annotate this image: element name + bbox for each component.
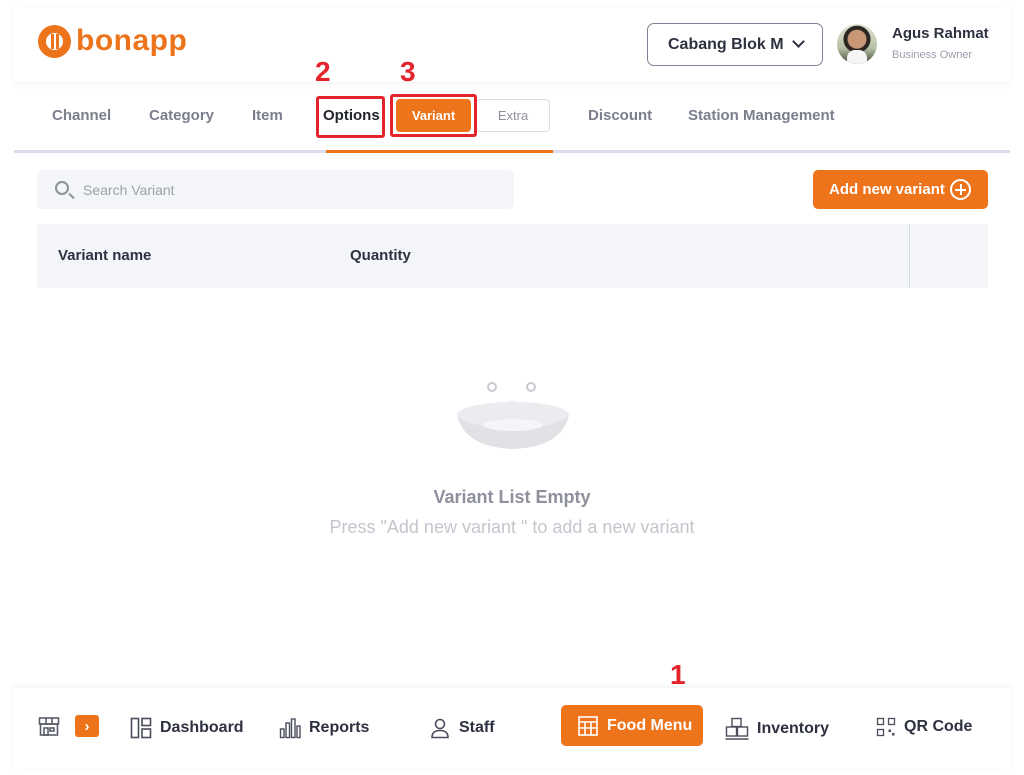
empty-state-title: Variant List Empty — [433, 487, 591, 507]
logo-text: bonapp — [76, 24, 188, 57]
tab-item[interactable]: Item — [252, 107, 283, 124]
annotation-box-2 — [316, 96, 385, 138]
active-tab-indicator — [326, 150, 553, 153]
branch-label: Cabang Blok M — [668, 35, 784, 53]
bar-chart-icon — [279, 718, 301, 739]
annotation-number-1: 1 — [670, 659, 686, 690]
empty-bowl-icon — [457, 382, 569, 449]
avatar[interactable] — [837, 24, 877, 64]
add-variant-label: Add new variant — [829, 181, 945, 198]
boxes-icon — [725, 717, 749, 740]
user-name: Agus Rahmat — [892, 25, 989, 42]
subtab-extra[interactable]: Extra — [476, 99, 550, 132]
nav-inventory-label: Inventory — [757, 720, 830, 737]
app-logo[interactable]: bonapp — [38, 24, 187, 58]
nav-food-menu[interactable]: Food Menu — [561, 705, 703, 746]
tab-channel[interactable]: Channel — [52, 107, 111, 124]
nav-staff-label: Staff — [459, 719, 495, 736]
column-header-quantity: Quantity — [350, 247, 411, 264]
store-icon[interactable] — [38, 715, 60, 737]
plus-circle-icon — [950, 179, 971, 200]
chevron-right-icon: › — [84, 717, 90, 735]
table-header: Variant name Quantity — [37, 224, 988, 288]
branch-selector[interactable]: Cabang Blok M — [647, 23, 823, 66]
chevron-down-icon — [792, 35, 805, 48]
nav-dashboard[interactable]: Dashboard — [130, 717, 244, 739]
nav-reports[interactable]: Reports — [279, 717, 369, 739]
top-header: bonapp Cabang Blok M Agus Rahmat Busines… — [14, 8, 1010, 82]
tab-station-management[interactable]: Station Management — [688, 107, 835, 124]
add-variant-button[interactable]: Add new variant — [813, 170, 988, 209]
nav-qr-code[interactable]: QR Code — [876, 717, 972, 737]
search-input[interactable]: Search Variant — [37, 170, 514, 209]
nav-qr-code-label: QR Code — [904, 718, 973, 735]
nav-food-menu-label: Food Menu — [607, 716, 693, 734]
tab-discount[interactable]: Discount — [588, 107, 652, 124]
expand-button[interactable]: › — [75, 715, 99, 737]
dashboard-icon — [130, 717, 152, 739]
empty-state-subtitle: Press "Add new variant " to add a new va… — [329, 517, 695, 537]
nav-dashboard-label: Dashboard — [160, 719, 244, 736]
annotation-box-3 — [390, 94, 477, 137]
annotation-number-2: 2 — [315, 56, 331, 87]
user-role: Business Owner — [892, 49, 973, 61]
person-icon — [431, 718, 449, 739]
qr-code-icon — [876, 717, 896, 737]
annotation-number-3: 3 — [400, 56, 416, 87]
nav-reports-label: Reports — [309, 719, 370, 736]
tab-category[interactable]: Category — [149, 107, 214, 124]
nav-inventory[interactable]: Inventory — [725, 717, 829, 741]
search-icon — [55, 181, 69, 195]
column-header-variant-name: Variant name — [58, 247, 152, 264]
search-placeholder: Search Variant — [83, 181, 175, 198]
column-divider — [909, 224, 910, 288]
menu-grid-icon — [578, 715, 598, 736]
bonapp-logo-icon — [38, 24, 71, 58]
nav-staff[interactable]: Staff — [429, 717, 495, 739]
